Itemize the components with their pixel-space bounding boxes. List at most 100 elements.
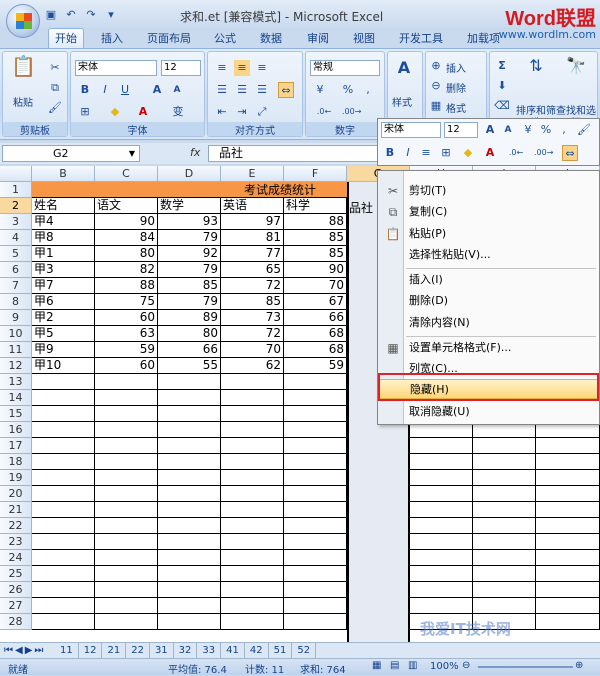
mini-currency-icon[interactable]: ¥ <box>520 122 536 138</box>
data-cell[interactable]: 甲3 <box>32 262 95 278</box>
next-sheet-icon[interactable]: ▶ <box>25 645 33 656</box>
mini-font-select[interactable]: 宋体 <box>381 122 441 138</box>
grid-cell[interactable] <box>473 486 536 502</box>
row-header[interactable]: 1 <box>0 182 32 198</box>
menu-item-paste[interactable]: 📋 粘贴(P) <box>379 224 599 244</box>
grid-cell[interactable] <box>473 470 536 486</box>
grid-cell[interactable] <box>158 422 221 438</box>
fill-icon[interactable]: ⬇ <box>494 78 510 94</box>
grid-cell[interactable] <box>473 582 536 598</box>
data-cell[interactable]: 88 <box>95 278 158 294</box>
row-header[interactable]: 5 <box>0 246 32 262</box>
undo-icon[interactable]: ↶ <box>64 8 78 22</box>
grid-cell[interactable] <box>95 454 158 470</box>
data-cell[interactable]: 甲10 <box>32 358 95 374</box>
menu-item-insert[interactable]: 插入(I) <box>379 270 599 290</box>
row-header[interactable]: 9 <box>0 310 32 326</box>
grid-cell[interactable] <box>158 502 221 518</box>
column-header-c[interactable]: C <box>95 166 158 182</box>
data-cell[interactable]: 甲7 <box>32 278 95 294</box>
font-name-select[interactable]: 宋体 <box>75 60 157 76</box>
tab-addins[interactable]: 加载项 <box>467 30 500 46</box>
data-cell[interactable]: 97 <box>221 214 284 230</box>
data-cell[interactable]: 84 <box>95 230 158 246</box>
data-cell[interactable]: 77 <box>221 246 284 262</box>
header-cell[interactable]: 英语 <box>221 198 284 214</box>
header-cell[interactable]: 科学 <box>284 198 347 214</box>
row-header[interactable]: 13 <box>0 374 32 390</box>
grid-cell[interactable] <box>410 518 473 534</box>
grid-cell[interactable] <box>284 470 347 486</box>
grid-cell[interactable] <box>32 438 95 454</box>
grid-cell[interactable] <box>32 454 95 470</box>
row-header[interactable]: 19 <box>0 470 32 486</box>
data-cell[interactable]: 81 <box>221 230 284 246</box>
sheet-tab[interactable]: 11 <box>55 643 79 658</box>
grid-cell[interactable] <box>32 550 95 566</box>
align-middle-icon[interactable]: ≡ <box>234 60 250 76</box>
grid-cell[interactable] <box>32 422 95 438</box>
insert-cells-icon[interactable]: ⊕ <box>428 58 444 74</box>
header-cell[interactable]: 姓名 <box>32 198 95 214</box>
data-cell[interactable]: 甲2 <box>32 310 95 326</box>
grid-cell[interactable] <box>284 582 347 598</box>
row-header[interactable]: 21 <box>0 502 32 518</box>
grid-cell[interactable] <box>536 614 600 630</box>
page-layout-view-icon[interactable]: ▤ <box>390 660 399 671</box>
grid-cell[interactable] <box>221 582 284 598</box>
row-header[interactable]: 22 <box>0 518 32 534</box>
menu-item-paste-special[interactable]: 选择性粘贴(V)... <box>379 245 599 265</box>
grid-cell[interactable] <box>473 502 536 518</box>
customize-qat-icon[interactable]: ▾ <box>104 8 118 22</box>
format-cells-label[interactable]: 格式 <box>446 100 466 115</box>
row-header[interactable]: 3 <box>0 214 32 230</box>
mini-grow-font-icon[interactable]: A <box>482 122 498 138</box>
grid-cell[interactable] <box>284 502 347 518</box>
data-cell[interactable]: 甲6 <box>32 294 95 310</box>
normal-view-icon[interactable]: ▦ <box>372 660 381 671</box>
data-cell[interactable]: 82 <box>95 262 158 278</box>
data-cell[interactable]: 79 <box>158 294 221 310</box>
borders-icon[interactable]: ⊞ <box>77 104 93 120</box>
grid-cell[interactable] <box>536 454 600 470</box>
align-bottom-icon[interactable]: ≡ <box>254 60 270 76</box>
mini-increase-decimal-icon[interactable]: .0← <box>508 145 524 161</box>
tab-view[interactable]: 视图 <box>353 30 375 46</box>
data-cell[interactable]: 92 <box>158 246 221 262</box>
column-header-e[interactable]: E <box>221 166 284 182</box>
row-header[interactable]: 7 <box>0 278 32 294</box>
grid-cell[interactable] <box>221 518 284 534</box>
row-header[interactable]: 10 <box>0 326 32 342</box>
number-format-select[interactable]: 常规 <box>310 60 380 76</box>
data-cell[interactable]: 75 <box>95 294 158 310</box>
tab-home[interactable]: 开始 <box>48 28 84 48</box>
data-cell[interactable]: 88 <box>284 214 347 230</box>
menu-item-clear-contents[interactable]: 清除内容(N) <box>379 313 599 333</box>
format-painter-icon[interactable]: 🖌 <box>47 100 63 116</box>
grid-cell[interactable] <box>536 550 600 566</box>
styles-label[interactable]: 样式 <box>392 94 412 109</box>
mini-size-select[interactable]: 12 <box>444 122 478 138</box>
data-cell[interactable]: 67 <box>284 294 347 310</box>
menu-item-format-cells[interactable]: ▦ 设置单元格格式(F)... <box>379 338 599 358</box>
menu-item-cut[interactable]: ✂ 剪切(T) <box>379 181 599 201</box>
grid-cell[interactable] <box>158 534 221 550</box>
row-header[interactable]: 4 <box>0 230 32 246</box>
cut-icon[interactable]: ✂ <box>47 60 63 76</box>
data-cell[interactable]: 甲4 <box>32 214 95 230</box>
row-header[interactable]: 17 <box>0 438 32 454</box>
phonetic-button[interactable]: 变 <box>167 104 189 120</box>
mini-bold-icon[interactable]: B <box>382 145 398 161</box>
grid-cell[interactable] <box>536 486 600 502</box>
mini-center-icon[interactable]: ≡ <box>418 145 434 161</box>
tab-review[interactable]: 审阅 <box>307 30 329 46</box>
zoom-in-icon[interactable]: ⊕ <box>575 660 583 671</box>
grid-cell[interactable] <box>473 550 536 566</box>
zoom-level[interactable]: 100% <box>430 661 459 672</box>
grid-cell[interactable] <box>95 422 158 438</box>
sheet-tab[interactable]: 31 <box>150 643 174 658</box>
grid-cell[interactable] <box>158 598 221 614</box>
sort-filter-icon[interactable]: ⇅ <box>528 58 544 74</box>
decrease-decimal-icon[interactable]: .00→ <box>342 104 361 120</box>
first-sheet-icon[interactable]: ⏮ <box>4 645 13 656</box>
